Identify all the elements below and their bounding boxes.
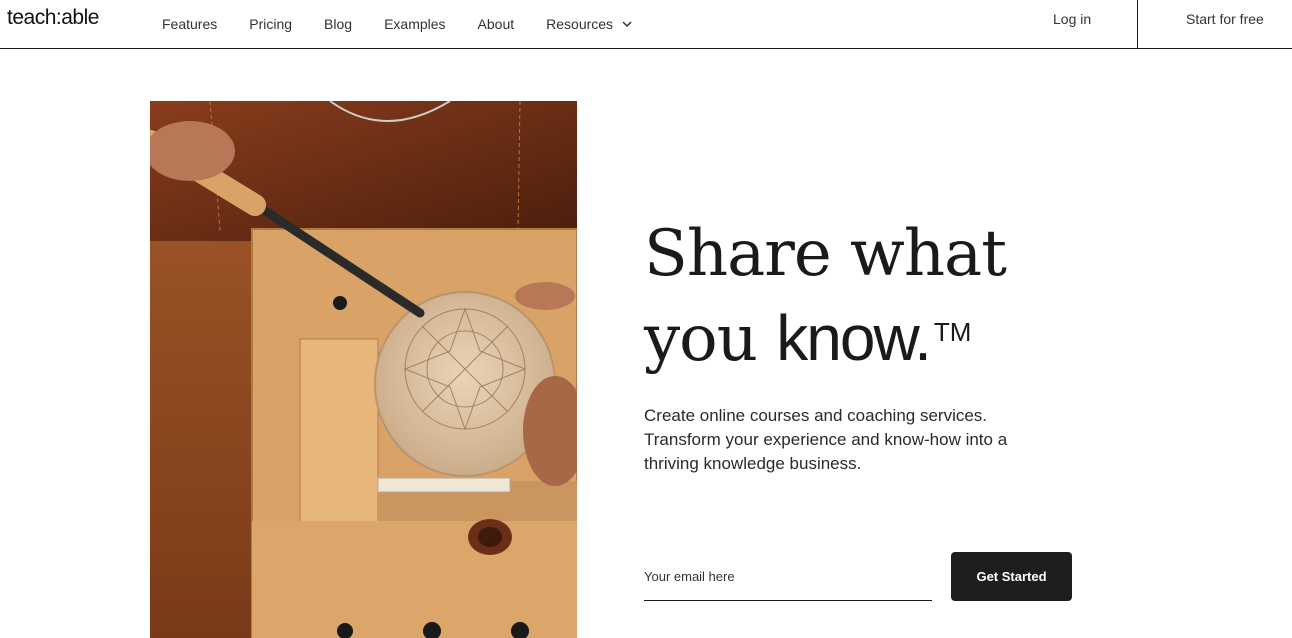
headline-line-2-sans: know. xyxy=(776,302,932,374)
login-link[interactable]: Log in xyxy=(1053,11,1091,27)
wood-carving-illustration xyxy=(150,101,577,638)
hero-headline: Share what you know. TM xyxy=(644,212,1084,381)
get-started-button[interactable]: Get Started xyxy=(951,552,1072,601)
nav-examples[interactable]: Examples xyxy=(384,16,445,32)
wood-carving-photo xyxy=(150,101,577,638)
headline-line-2-serif: you xyxy=(644,302,777,376)
nav-about[interactable]: About xyxy=(478,16,515,32)
teachable-logo[interactable]: teach:able xyxy=(7,6,99,30)
nav-resources[interactable]: Resources xyxy=(546,16,633,32)
headline-line-2: you know. TM xyxy=(644,296,1084,381)
nav-resources-label: Resources xyxy=(546,16,614,32)
email-input[interactable] xyxy=(644,560,932,592)
hero-subtext: Create online courses and coaching servi… xyxy=(644,406,1008,473)
trademark-symbol: TM xyxy=(933,317,972,347)
start-for-free-button[interactable]: Start for free xyxy=(1186,11,1264,27)
chevron-down-icon xyxy=(622,21,632,28)
nav-features[interactable]: Features xyxy=(162,16,217,32)
headline-line-1: Share what xyxy=(644,217,1007,291)
nav-pricing[interactable]: Pricing xyxy=(249,16,292,32)
nav-links: Features Pricing Blog Examples About Res… xyxy=(162,0,665,48)
nav-divider xyxy=(1137,0,1138,48)
email-field-wrapper xyxy=(644,560,932,601)
nav-blog[interactable]: Blog xyxy=(324,16,352,32)
top-navigation: teach:able Features Pricing Blog Example… xyxy=(0,0,1292,49)
